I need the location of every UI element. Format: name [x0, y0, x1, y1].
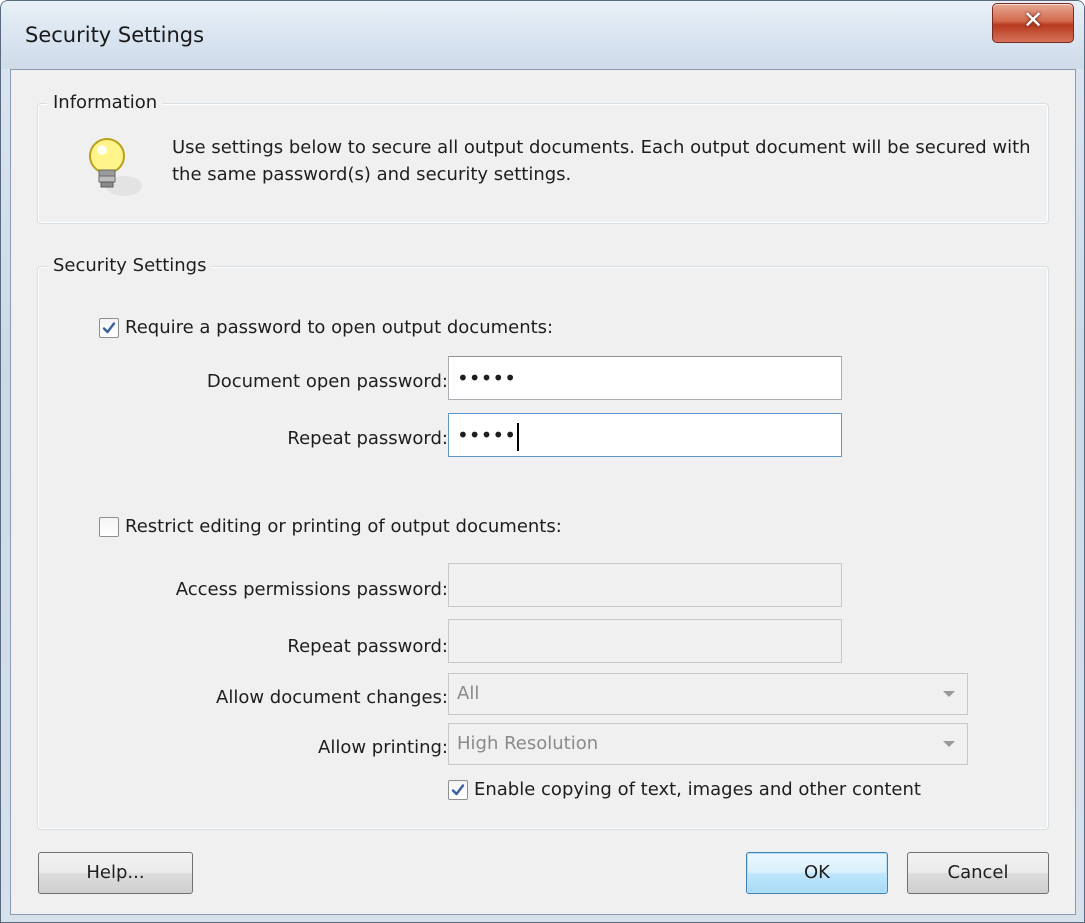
title-bar[interactable]: Security Settings ✕	[1, 1, 1084, 69]
repeat-password-input[interactable]: •••••	[448, 413, 842, 457]
chevron-down-icon	[943, 741, 955, 747]
repeat-password-value: •••••	[457, 423, 516, 447]
permissions-repeat-password-input[interactable]	[448, 619, 842, 663]
require-password-row[interactable]: Require a password to open output docume…	[99, 317, 699, 343]
allow-printing-value: High Resolution	[457, 733, 599, 754]
allow-printing-label: Allow printing:	[318, 737, 448, 758]
lightbulb-icon	[89, 138, 142, 196]
permissions-password-input[interactable]	[448, 563, 842, 607]
security-settings-group: Security Settings Require a password to …	[37, 255, 1049, 830]
dialog-body: Information Use settings below to secure…	[10, 69, 1076, 915]
open-password-input[interactable]: •••••	[448, 356, 842, 400]
security-settings-dialog: Security Settings ✕ Information Use sett…	[0, 0, 1085, 923]
ok-button[interactable]: OK	[746, 852, 888, 894]
information-text: Use settings below to secure all output …	[172, 137, 1031, 185]
text-caret	[516, 422, 519, 451]
restrict-editing-row[interactable]: Restrict editing or printing of output d…	[99, 516, 699, 542]
open-password-label: Document open password:	[206, 371, 448, 392]
enable-copying-row[interactable]: Enable copying of text, images and other…	[448, 779, 1008, 805]
require-password-checkbox[interactable]	[99, 318, 119, 338]
help-button[interactable]: Help...	[38, 852, 193, 894]
enable-copying-label: Enable copying of text, images and other…	[474, 779, 921, 800]
allow-changes-value: All	[457, 683, 480, 704]
close-button[interactable]: ✕	[992, 3, 1074, 43]
repeat-password-label: Repeat password:	[287, 428, 448, 449]
chevron-down-icon	[943, 691, 955, 697]
restrict-editing-checkbox[interactable]	[99, 517, 119, 537]
information-legend: Information	[47, 92, 164, 113]
security-settings-legend: Security Settings	[47, 255, 213, 276]
enable-copying-checkbox[interactable]	[448, 780, 468, 800]
allow-changes-select[interactable]: All	[448, 673, 968, 715]
allow-printing-select[interactable]: High Resolution	[448, 723, 968, 765]
allow-changes-label: Allow document changes:	[216, 687, 448, 708]
dialog-title: Security Settings	[25, 23, 205, 47]
permissions-repeat-password-label: Repeat password:	[287, 636, 448, 657]
cancel-button[interactable]: Cancel	[907, 852, 1049, 894]
checkmark-icon	[451, 784, 465, 796]
open-password-value: •••••	[457, 366, 516, 390]
information-group: Information Use settings below to secure…	[37, 92, 1049, 224]
close-icon: ✕	[1022, 6, 1044, 34]
checkmark-icon	[102, 322, 116, 334]
restrict-editing-label: Restrict editing or printing of output d…	[125, 516, 562, 537]
permissions-password-label: Access permissions password:	[175, 579, 448, 600]
require-password-label: Require a password to open output docume…	[125, 317, 554, 338]
